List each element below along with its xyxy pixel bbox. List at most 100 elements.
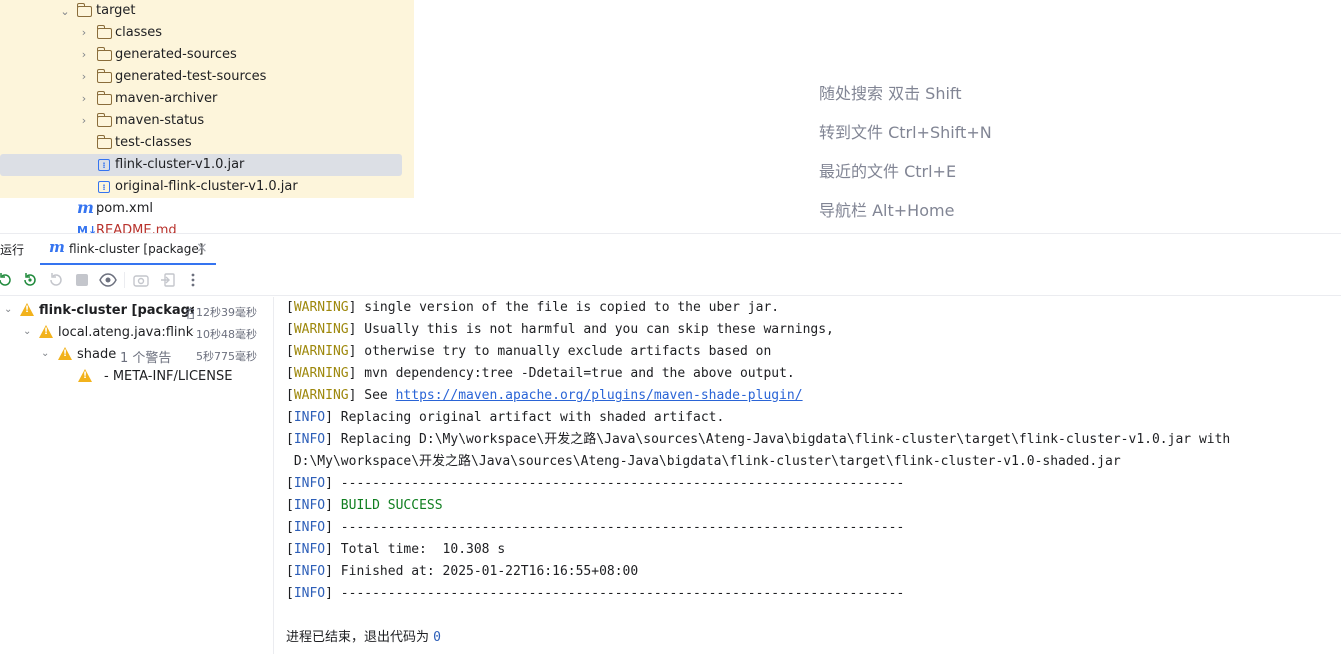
console-line: [WARNING] See https://maven.apache.org/p… [286, 388, 803, 403]
log-level-info: INFO [293, 432, 326, 447]
hint-search-everywhere: 随处搜索 双击 Shift [819, 84, 962, 103]
tree-item-label: classes [115, 25, 163, 40]
log-text: Replacing D:\My\workspace\开发之路\Java\sour… [332, 432, 1231, 447]
run-tree-item-license[interactable]: - META-INF/LICENSE [0, 366, 273, 388]
log-level-info: INFO [293, 564, 326, 579]
run-toolbar [0, 264, 1341, 296]
run-tree-item-name: shade [77, 347, 117, 362]
console-line: [INFO] Total time: 10.308 s [286, 542, 506, 557]
editor-empty-state: 随处搜索 双击 Shift 转到文件 Ctrl+Shift+N 最近的文件 Ct… [414, 0, 1341, 233]
log-level-warning: WARNING [293, 388, 349, 403]
tree-item-flink-cluster-jar[interactable]: ⁝ flink-cluster-v1.0.jar [0, 154, 414, 176]
tree-item-label: generated-sources [115, 47, 237, 62]
hint-recent-files: 最近的文件 Ctrl+E [819, 162, 957, 181]
build-success-text: BUILD SUCCESS [340, 498, 443, 513]
stop-icon[interactable] [73, 271, 91, 289]
export-icon[interactable] [159, 271, 177, 289]
console-line: [INFO] BUILD SUCCESS [286, 498, 443, 513]
run-tree-item-warning-count: 1 个警告 [120, 351, 172, 366]
project-tree: ⌄ target › classes › generated-sources ›… [0, 0, 414, 233]
chevron-right-icon[interactable]: › [78, 70, 90, 83]
chevron-down-icon[interactable]: ⌄ [4, 304, 12, 315]
tree-item-maven-archiver[interactable]: › maven-archiver [0, 88, 414, 110]
run-tree-item-name: - META-INF/LICENSE [104, 369, 233, 384]
eye-icon[interactable] [99, 271, 117, 289]
console-line: [INFO] Replacing D:\My\workspace\开发之路\Ja… [286, 432, 1231, 447]
tree-item-pom-xml[interactable]: m pom.xml [0, 198, 414, 220]
tree-item-target[interactable]: ⌄ target [0, 0, 414, 22]
tab-flink-cluster-package[interactable]: m flink-cluster [package] × [40, 234, 216, 265]
tree-item-label: test-classes [115, 135, 192, 150]
chevron-right-icon[interactable]: › [78, 26, 90, 39]
log-text: ----------------------------------------… [332, 520, 905, 535]
log-text: Total time: 10.308 s [332, 542, 506, 557]
more-options-icon[interactable] [184, 271, 202, 289]
log-text: Usually this is not harmful and you can … [356, 322, 834, 337]
markdown-icon: M↓ [77, 224, 98, 233]
tree-item-generated-sources[interactable]: › generated-sources [0, 44, 414, 66]
run-tree-item-time: 12秒39毫秒 [194, 304, 257, 320]
run-tree-item-module[interactable]: ⌄ local.ateng.java:flink-clus 10秒48毫秒 [0, 322, 273, 344]
log-level-warning: WARNING [293, 344, 349, 359]
folder-icon [96, 135, 113, 151]
rerun-failed-icon[interactable] [21, 271, 39, 289]
tree-item-label: target [96, 3, 136, 18]
tree-item-label: original-flink-cluster-v1.0.jar [115, 179, 298, 194]
console-line: [INFO] Finished at: 2025-01-22T16:16:55+… [286, 564, 639, 579]
chevron-down-icon[interactable]: ⌄ [41, 348, 49, 359]
console-exit-line: 进程已结束，退出代码为 0 [286, 627, 441, 649]
console-line: D:\My\workspace\开发之路\Java\sources\Ateng-… [286, 451, 1121, 473]
close-icon[interactable]: × [196, 240, 208, 256]
tree-item-readme[interactable]: M↓ README.md [0, 220, 414, 233]
tree-item-label: README.md [96, 223, 177, 233]
run-tree-item-time: 5秒775毫秒 [194, 348, 257, 364]
rerun-icon[interactable] [0, 271, 14, 289]
log-text: single version of the file is copied to … [356, 300, 780, 315]
log-text: Finished at: 2025-01-22T16:16:55+08:00 [332, 564, 639, 579]
log-level-info: INFO [293, 476, 326, 491]
chevron-right-icon[interactable]: › [78, 48, 90, 61]
warning-icon [39, 325, 53, 338]
log-level-info: INFO [293, 410, 326, 425]
tree-item-label: pom.xml [96, 201, 153, 216]
log-text: ----------------------------------------… [332, 586, 905, 601]
tree-item-classes[interactable]: › classes [0, 22, 414, 44]
run-tree-item-root[interactable]: ⌄ flink-cluster [package]: 在 12秒39毫秒 [0, 300, 273, 322]
folder-icon [96, 25, 113, 41]
log-level-warning: WARNING [293, 322, 349, 337]
tab-label: flink-cluster [package] [69, 242, 204, 256]
console-line: [INFO] ---------------------------------… [286, 520, 905, 535]
restart-icon[interactable] [47, 271, 65, 289]
jar-file-icon: ⁝ [97, 157, 113, 173]
log-level-info: INFO [293, 498, 326, 513]
hint-go-to-file: 转到文件 Ctrl+Shift+N [819, 123, 992, 142]
folder-icon [96, 47, 113, 63]
maven-icon: m [77, 198, 94, 217]
folder-icon [76, 3, 93, 19]
run-window-title: 运行 [0, 243, 25, 257]
log-level-info: INFO [293, 586, 326, 601]
tree-item-test-classes[interactable]: test-classes [0, 132, 414, 154]
camera-icon[interactable] [132, 271, 150, 289]
tree-item-original-jar[interactable]: ⁝ original-flink-cluster-v1.0.jar [0, 176, 414, 198]
warning-icon [78, 369, 92, 382]
chevron-down-icon[interactable]: ⌄ [59, 5, 71, 18]
tree-item-maven-status[interactable]: › maven-status [0, 110, 414, 132]
exit-code: 0 [433, 630, 441, 645]
tree-item-generated-test-sources[interactable]: › generated-test-sources [0, 66, 414, 88]
run-tree-item-time: 10秒48毫秒 [194, 326, 257, 342]
tree-item-label: flink-cluster-v1.0.jar [115, 157, 245, 172]
chevron-right-icon[interactable]: › [78, 114, 90, 127]
run-tree-item-shade[interactable]: ⌄ shade 1 个警告 5秒775毫秒 [0, 344, 273, 366]
chevron-right-icon[interactable]: › [78, 92, 90, 105]
chevron-down-icon[interactable]: ⌄ [23, 326, 31, 337]
console-line: [WARNING] Usually this is not harmful an… [286, 322, 834, 337]
folder-icon [96, 113, 113, 129]
folder-icon [96, 91, 113, 107]
log-text: otherwise try to manually exclude artifa… [356, 344, 772, 359]
run-results-tree: ⌄ flink-cluster [package]: 在 12秒39毫秒 ⌄ l… [0, 297, 274, 654]
console-line: [INFO] Replacing original artifact with … [286, 410, 725, 425]
console-output[interactable]: [WARNING] single version of the file is … [275, 297, 1341, 654]
maven-shade-plugin-link[interactable]: https://maven.apache.org/plugins/maven-s… [396, 388, 803, 403]
